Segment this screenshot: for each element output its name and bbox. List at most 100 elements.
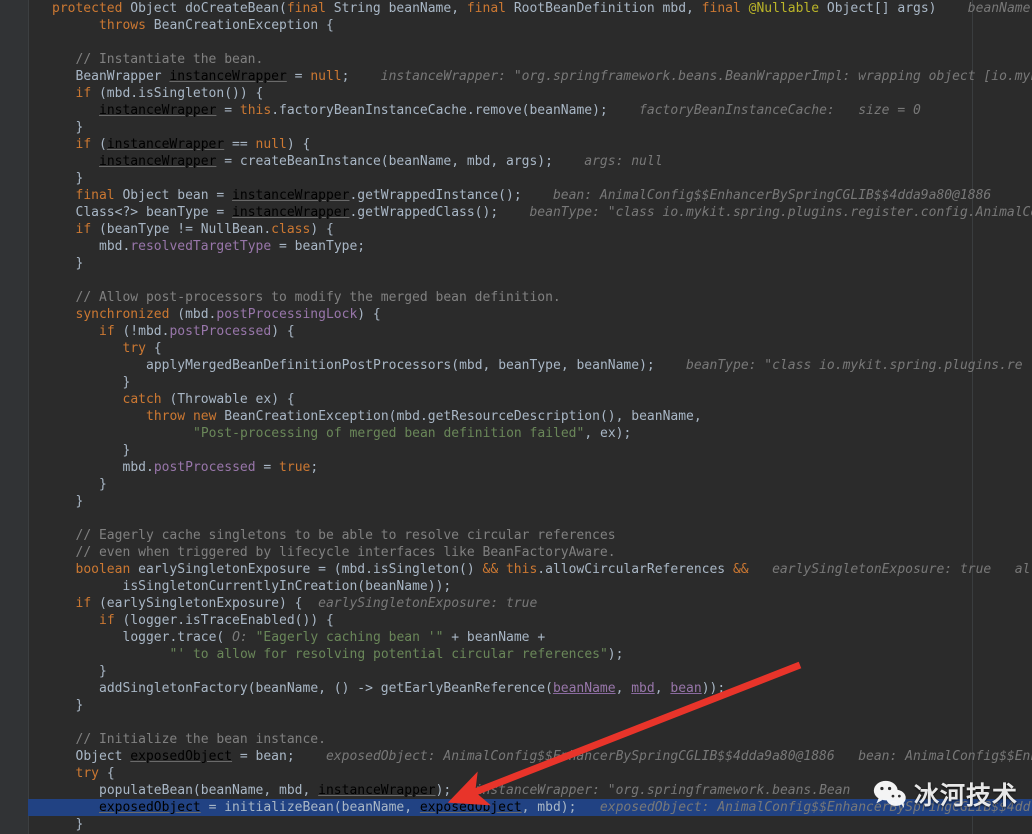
code-line[interactable]: if (earlySingletonExposure) { earlySingl… [28,595,1032,612]
code-token: )); [701,681,726,696]
code-token: postProcessed [169,324,272,339]
code-token: ) { [310,222,334,237]
code-line[interactable]: if (mbd.isSingleton()) { [28,85,1032,102]
code-line[interactable]: } [28,493,1032,510]
code-line[interactable]: } [28,170,1032,187]
code-line[interactable]: } [28,697,1032,714]
code-line[interactable]: BeanWrapper instanceWrapper = null; inst… [28,68,1032,85]
code-editor[interactable]: protected Object doCreateBean(final Stri… [0,0,1032,834]
code-line[interactable]: try { [28,765,1032,782]
code-token: .allowCircularReferences [537,562,733,577]
code-line[interactable]: if (instanceWrapper == null) { [28,136,1032,153]
code-token: throws [99,18,154,33]
code-token: resolvedTargetType [130,239,272,254]
code-line[interactable]: } [28,816,1032,833]
code-token: = [216,103,240,118]
code-line[interactable]: // Eagerly cache singletons to be able t… [28,527,1032,544]
code-line[interactable]: } [28,119,1032,136]
code-line[interactable]: mbd.postProcessed = true; [28,459,1032,476]
code-token: (mbd.isSingleton()) { [98,86,264,101]
code-token: bean: AnimalConfig$$EnhancerBySpringCGLI… [521,188,992,203]
code-token: Class<?> beanType = [75,205,233,220]
editor-gutter[interactable] [0,0,28,834]
code-line[interactable]: instanceWrapper = this.factoryBeanInstan… [28,102,1032,119]
code-line-selected[interactable]: exposedObject = initializeBean(beanName,… [28,799,1032,816]
code-line[interactable]: addSingletonFactory(beanName, () -> getE… [28,680,1032,697]
code-line[interactable]: throw new BeanCreationException(mbd.getR… [28,408,1032,425]
code-token: @Nullable [748,1,827,16]
code-line[interactable]: "' to allow for resolving potential circ… [28,646,1032,663]
code-line[interactable]: } [28,663,1032,680]
code-line[interactable]: synchronized (mbd.postProcessingLock) { [28,306,1032,323]
code-token: == [224,137,256,152]
code-line[interactable]: // Allow post-processors to modify the m… [28,289,1032,306]
code-token: , [615,681,632,696]
code-token: final [286,1,334,16]
code-line[interactable]: try { [28,340,1032,357]
code-token: // even when triggered by lifecycle inte… [75,545,616,560]
code-token: exposedObject: AnimalConfig$$EnhancerByS… [576,800,1031,815]
code-line[interactable]: } [28,476,1032,493]
code-token: (mbd. [177,307,217,322]
code-line[interactable]: "Post-processing of merged bean definiti… [28,425,1032,442]
code-line[interactable] [28,714,1032,731]
code-token: postProcessingLock [216,307,358,322]
code-line[interactable]: } [28,255,1032,272]
code-line[interactable]: // even when triggered by lifecycle inte… [28,544,1032,561]
code-line[interactable] [28,34,1032,51]
code-content[interactable]: protected Object doCreateBean(final Stri… [28,0,1032,834]
code-token: } [75,494,84,509]
code-line[interactable]: applyMergedBeanDefinitionPostProcessors(… [28,357,1032,374]
code-line[interactable]: mbd.resolvedTargetType = beanType; [28,238,1032,255]
code-token: // Eagerly cache singletons to be able t… [75,528,616,543]
code-token: instanceWrapper [232,205,350,220]
code-token: ); [607,647,624,662]
code-line[interactable]: // Instantiate the bean. [28,51,1032,68]
code-token: postProcessed [153,460,256,475]
code-token: if [75,596,99,611]
code-token: String beanName, [333,1,467,16]
code-line[interactable] [28,510,1032,527]
code-line[interactable]: populateBean(beanName, mbd, instanceWrap… [28,782,1032,799]
code-token: final [75,188,123,203]
code-token: } [75,256,84,271]
code-token: RootBeanDefinition mbd, [513,1,702,16]
code-token: if [99,324,123,339]
code-line[interactable]: Object exposedObject = bean; exposedObje… [28,748,1032,765]
code-line[interactable]: isSingletonCurrentlyInCreation(beanName)… [28,578,1032,595]
code-token: // Instantiate the bean. [75,52,264,67]
code-token: beanName: " [967,1,1032,16]
code-line[interactable]: logger.trace( O: "Eagerly caching bean '… [28,629,1032,646]
code-token: instanceWrapper [232,188,350,203]
code-token: } [122,443,131,458]
code-line[interactable]: } [28,374,1032,391]
code-line[interactable]: if (beanType != NullBean.class) { [28,221,1032,238]
code-token: factoryBeanInstanceCache: size = 0 [607,103,921,118]
code-token: catch [122,392,170,407]
code-token: instanceWrapper [99,154,217,169]
code-line[interactable] [28,272,1032,289]
code-line[interactable]: throws BeanCreationException { [28,17,1032,34]
code-token: earlySingletonExposure = (mbd.isSingleto… [138,562,483,577]
code-token: mbd. [122,460,154,475]
code-token: instanceWrapper [99,103,217,118]
code-token: && [482,562,506,577]
code-line[interactable]: if (logger.isTraceEnabled()) { [28,612,1032,629]
code-line[interactable]: instanceWrapper = createBeanInstance(bea… [28,153,1032,170]
code-token: instanceWrapper [169,69,287,84]
code-token: protected [52,1,131,16]
code-line[interactable]: // Initialize the bean instance. [28,731,1032,748]
code-line[interactable]: final Object bean = instanceWrapper.getW… [28,187,1032,204]
code-line[interactable]: } [28,442,1032,459]
code-line[interactable]: catch (Throwable ex) { [28,391,1032,408]
code-token: logger.trace( [122,630,233,645]
code-line[interactable]: if (!mbd.postProcessed) { [28,323,1032,340]
code-line[interactable]: protected Object doCreateBean(final Stri… [28,0,1032,17]
code-token: } [75,817,84,832]
code-token: applyMergedBeanDefinitionPostProcessors(… [146,358,655,373]
code-token: class [271,222,311,237]
code-token: try [122,341,154,356]
code-line[interactable]: boolean earlySingletonExposure = (mbd.is… [28,561,1032,578]
code-line[interactable]: Class<?> beanType = instanceWrapper.getW… [28,204,1032,221]
code-token: if [75,86,99,101]
